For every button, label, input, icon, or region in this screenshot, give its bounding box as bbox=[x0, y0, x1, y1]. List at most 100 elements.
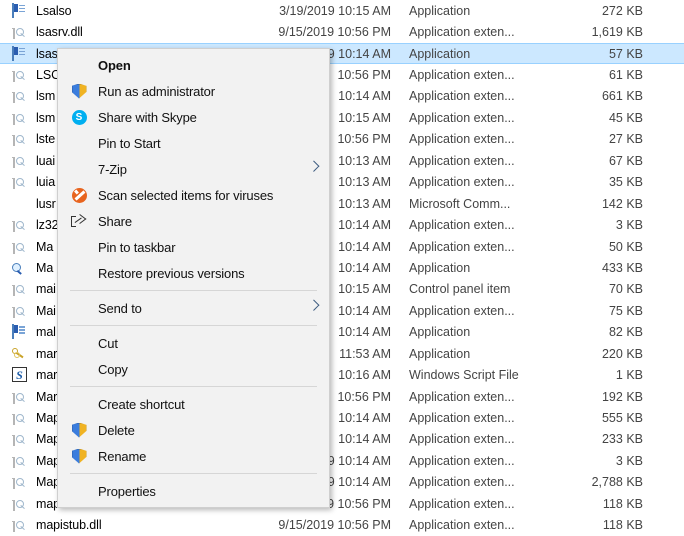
file-type-cell: Application exten... bbox=[409, 153, 515, 168]
file-type-cell: Application exten... bbox=[409, 218, 515, 233]
dll-icon bbox=[12, 388, 28, 405]
menu-item-scan-selected-items-for-viruses[interactable]: Scan selected items for viruses bbox=[58, 182, 329, 208]
menu-item-share-with-skype[interactable]: S Share with Skype bbox=[58, 104, 329, 130]
dll-icon bbox=[12, 302, 28, 319]
file-size-cell: 61 KB bbox=[608, 68, 643, 83]
table-row[interactable]: lsasrv.dll 9/15/2019 10:56 PM Application … bbox=[0, 21, 684, 42]
table-row[interactable]: Lsalso 3/19/2019 10:15 AM Application 272 K… bbox=[0, 0, 684, 21]
dll-icon bbox=[12, 281, 28, 297]
chevron-right-icon bbox=[308, 299, 320, 311]
file-name-label: mar bbox=[36, 346, 58, 361]
chevron-right-icon bbox=[308, 160, 320, 172]
file-type-cell: Application bbox=[409, 346, 471, 361]
menu-item-label: 7-Zip bbox=[98, 161, 127, 177]
exe-icon bbox=[12, 324, 28, 340]
menu-item-icon-slot bbox=[68, 482, 90, 500]
file-name-label: lusr bbox=[36, 196, 56, 211]
menu-item-label: Create shortcut bbox=[98, 396, 185, 412]
shield-icon bbox=[68, 421, 90, 439]
file-size-cell: 433 KB bbox=[601, 260, 643, 275]
menu-item-cut[interactable]: Cut bbox=[58, 330, 329, 356]
dll-icon bbox=[12, 517, 28, 533]
file-type-cell: Application exten... bbox=[409, 432, 515, 447]
dll-icon bbox=[12, 67, 28, 83]
menu-item-restore-previous-versions[interactable]: Restore previous versions bbox=[58, 260, 329, 286]
dll-icon bbox=[12, 452, 28, 469]
file-size-cell: 233 KB bbox=[601, 432, 643, 447]
file-type-cell: Application exten... bbox=[409, 239, 515, 254]
dll-icon bbox=[12, 410, 28, 426]
file-size-cell: 661 KB bbox=[601, 89, 643, 104]
menu-item-run-as-administrator[interactable]: Run as administrator bbox=[58, 78, 329, 104]
share-icon bbox=[68, 212, 90, 230]
menu-item-label: Send to bbox=[98, 300, 142, 316]
shield-icon bbox=[68, 82, 90, 100]
file-name-label: luia bbox=[36, 175, 56, 190]
file-name-label: mal bbox=[36, 325, 56, 340]
file-size-cell: 50 KB bbox=[608, 239, 643, 254]
file-type-cell: Application exten... bbox=[409, 303, 515, 318]
file-size-cell: 45 KB bbox=[608, 110, 643, 125]
menu-item-7-zip[interactable]: 7-Zip bbox=[58, 156, 329, 182]
file-type-cell: Application bbox=[409, 260, 471, 275]
menu-item-icon-slot bbox=[68, 134, 90, 152]
menu-separator bbox=[70, 290, 317, 291]
menu-item-label: Delete bbox=[98, 422, 135, 438]
menu-item-icon-slot bbox=[68, 238, 90, 256]
script-icon: S bbox=[12, 367, 28, 383]
file-type-cell: Application bbox=[409, 3, 471, 18]
menu-item-label: Copy bbox=[98, 361, 128, 377]
menu-item-create-shortcut[interactable]: Create shortcut bbox=[58, 391, 329, 417]
file-size-cell: 57 KB bbox=[608, 46, 643, 61]
file-name-label: Mai bbox=[36, 303, 56, 318]
file-type-cell: Application exten... bbox=[409, 110, 515, 125]
menu-item-label: Pin to Start bbox=[98, 135, 161, 151]
file-type-cell: Application exten... bbox=[409, 496, 515, 511]
menu-item-pin-to-taskbar[interactable]: Pin to taskbar bbox=[58, 234, 329, 260]
dll-icon bbox=[12, 474, 28, 490]
menu-separator bbox=[70, 473, 317, 474]
menu-item-label: Pin to taskbar bbox=[98, 239, 176, 255]
menu-separator bbox=[70, 325, 317, 326]
file-type-cell: Application exten... bbox=[409, 175, 515, 190]
menu-item-rename[interactable]: Rename bbox=[58, 443, 329, 469]
context-menu[interactable]: Open Run as administrator S Share with Skyp… bbox=[57, 48, 330, 508]
menu-item-label: Scan selected items for viruses bbox=[98, 187, 274, 203]
file-name-label: lste bbox=[36, 132, 56, 147]
menu-item-icon-slot bbox=[68, 264, 90, 282]
menu-item-send-to[interactable]: Send to bbox=[58, 295, 329, 321]
menu-item-share[interactable]: Share bbox=[58, 208, 329, 234]
menu-item-delete[interactable]: Delete bbox=[58, 417, 329, 443]
menu-item-icon-slot bbox=[68, 299, 90, 317]
file-size-cell: 1,619 KB bbox=[591, 25, 643, 40]
menu-item-pin-to-start[interactable]: Pin to Start bbox=[58, 130, 329, 156]
menu-item-copy[interactable]: Copy bbox=[58, 356, 329, 382]
file-name-label: Ma bbox=[36, 239, 54, 254]
menu-item-open[interactable]: Open bbox=[58, 52, 329, 78]
file-size-cell: 70 KB bbox=[608, 282, 643, 297]
file-size-cell: 3 KB bbox=[615, 218, 643, 233]
file-type-cell: Application exten... bbox=[409, 25, 515, 40]
file-type-cell: Application exten... bbox=[409, 453, 515, 468]
dll-icon bbox=[12, 24, 28, 40]
file-name-label: lsm bbox=[36, 110, 56, 125]
file-size-cell: 142 KB bbox=[601, 196, 643, 211]
dll-icon bbox=[12, 152, 28, 169]
menu-item-icon-slot bbox=[68, 360, 90, 378]
menu-item-icon-slot bbox=[68, 160, 90, 178]
file-size-cell: 82 KB bbox=[608, 325, 643, 340]
date-modified-cell: 9/15/2019 10:56 PM bbox=[278, 25, 391, 40]
menu-item-properties[interactable]: Properties bbox=[58, 478, 329, 504]
menu-item-icon-slot bbox=[68, 395, 90, 413]
exe-icon bbox=[12, 2, 28, 19]
menu-item-label: Run as administrator bbox=[98, 83, 215, 99]
dll-icon bbox=[12, 109, 28, 126]
menu-item-label: Restore previous versions bbox=[98, 265, 245, 281]
table-row[interactable]: mapistub.dll 9/15/2019 10:56 PM Applicatio… bbox=[0, 515, 684, 536]
file-size-cell: 27 KB bbox=[608, 132, 643, 147]
file-type-cell: Application exten... bbox=[409, 389, 515, 404]
file-type-cell: Application exten... bbox=[409, 68, 515, 83]
menu-item-label: Rename bbox=[98, 448, 147, 464]
file-name-label: luai bbox=[36, 153, 56, 168]
file-size-cell: 75 KB bbox=[608, 303, 643, 318]
